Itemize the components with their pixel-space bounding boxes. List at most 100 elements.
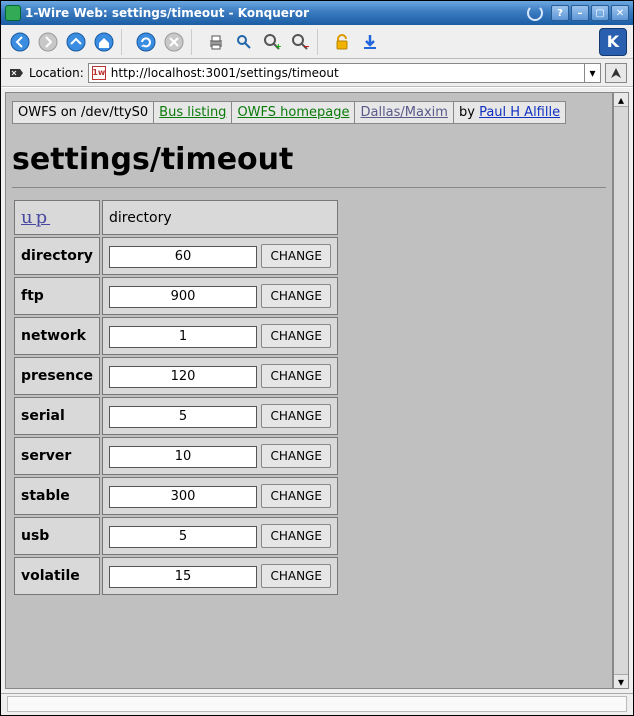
location-label: Location:: [29, 66, 84, 80]
row-label-usb: usb: [14, 517, 100, 555]
svg-text:−: −: [303, 42, 310, 51]
usb-input[interactable]: [109, 526, 257, 548]
window-title: 1-Wire Web: settings/timeout - Konqueror: [25, 6, 521, 20]
row-label-presence: presence: [14, 357, 100, 395]
back-button[interactable]: [7, 29, 33, 55]
nav-byline: by Paul H Alfille: [453, 102, 565, 124]
directory-input[interactable]: [109, 246, 257, 268]
table-row: stable CHANGE: [14, 477, 338, 515]
stable-input[interactable]: [109, 486, 257, 508]
scroll-up-button[interactable]: ▴: [614, 93, 628, 107]
favicon-icon: 1w: [92, 66, 106, 80]
titlebar: 1-Wire Web: settings/timeout - Konqueror…: [1, 1, 633, 25]
location-dropdown-button[interactable]: ▾: [584, 64, 600, 82]
server-input[interactable]: [109, 446, 257, 468]
table-row: usb CHANGE: [14, 517, 338, 555]
help-button[interactable]: ?: [551, 5, 569, 21]
scroll-track[interactable]: [614, 107, 628, 674]
nav-owfs-device: OWFS on /dev/ttyS0: [13, 102, 154, 124]
nav-owfs-homepage-link[interactable]: OWFS homepage: [237, 105, 349, 120]
network-input[interactable]: [109, 326, 257, 348]
ftp-change-button[interactable]: CHANGE: [261, 284, 330, 308]
row-label-volatile: volatile: [14, 557, 100, 595]
clear-location-button[interactable]: [7, 64, 25, 82]
row-controls: CHANGE: [102, 557, 338, 595]
table-row: volatile CHANGE: [14, 557, 338, 595]
row-controls: CHANGE: [102, 477, 338, 515]
horizontal-rule: [12, 187, 606, 188]
row-controls: CHANGE: [102, 317, 338, 355]
home-button[interactable]: [91, 29, 117, 55]
volatile-change-button[interactable]: CHANGE: [261, 564, 330, 588]
top-nav-table: OWFS on /dev/ttyS0 Bus listing OWFS home…: [12, 101, 566, 124]
location-bar: Location: 1w ▾: [1, 59, 633, 87]
nav-author-link[interactable]: Paul H Alfille: [479, 105, 560, 120]
row-label-network: network: [14, 317, 100, 355]
stable-change-button[interactable]: CHANGE: [261, 484, 330, 508]
page-viewport: OWFS on /dev/ttyS0 Bus listing OWFS home…: [5, 92, 613, 689]
close-button[interactable]: ✕: [611, 5, 629, 21]
serial-input[interactable]: [109, 406, 257, 428]
kde-logo-icon: K: [599, 28, 627, 56]
nav-dallas-maxim-link[interactable]: Dallas/Maxim: [360, 105, 447, 120]
forward-button: [35, 29, 61, 55]
status-text: [7, 696, 627, 712]
row-label-ftp: ftp: [14, 277, 100, 315]
usb-change-button[interactable]: CHANGE: [261, 524, 330, 548]
app-icon: [5, 5, 21, 21]
serial-change-button[interactable]: CHANGE: [261, 404, 330, 428]
table-row: network CHANGE: [14, 317, 338, 355]
table-row: serial CHANGE: [14, 397, 338, 435]
throbber-icon: [527, 5, 543, 21]
status-bar: [1, 693, 633, 715]
reload-button[interactable]: [133, 29, 159, 55]
main-toolbar: + − K: [1, 25, 633, 59]
volatile-input[interactable]: [109, 566, 257, 588]
directory-header-cell: directory: [102, 200, 338, 235]
find-button[interactable]: [231, 29, 257, 55]
table-row: server CHANGE: [14, 437, 338, 475]
content-wrap: OWFS on /dev/ttyS0 Bus listing OWFS home…: [1, 87, 633, 693]
location-input-wrap: 1w ▾: [88, 63, 601, 83]
row-controls: CHANGE: [102, 277, 338, 315]
up-button[interactable]: [63, 29, 89, 55]
row-label-stable: stable: [14, 477, 100, 515]
zoom-out-button[interactable]: −: [287, 29, 313, 55]
minimize-button[interactable]: –: [571, 5, 589, 21]
settings-table: up directory directory CHANGEftp CHANGEn…: [12, 198, 340, 597]
row-controls: CHANGE: [102, 437, 338, 475]
table-row: presence CHANGE: [14, 357, 338, 395]
row-label-directory: directory: [14, 237, 100, 275]
vertical-scrollbar[interactable]: ▴ ▾: [613, 92, 629, 689]
page-body: OWFS on /dev/ttyS0 Bus listing OWFS home…: [6, 93, 612, 605]
row-controls: CHANGE: [102, 357, 338, 395]
page-title: settings/timeout: [12, 142, 606, 177]
security-button[interactable]: [329, 29, 355, 55]
row-label-server: server: [14, 437, 100, 475]
nav-bus-listing-link[interactable]: Bus listing: [159, 105, 226, 120]
ftp-input[interactable]: [109, 286, 257, 308]
svg-text:+: +: [275, 42, 282, 51]
row-controls: CHANGE: [102, 397, 338, 435]
scroll-thumb[interactable]: [614, 107, 628, 674]
presence-change-button[interactable]: CHANGE: [261, 364, 330, 388]
server-change-button[interactable]: CHANGE: [261, 444, 330, 468]
stop-button: [161, 29, 187, 55]
row-controls: CHANGE: [102, 237, 338, 275]
print-button[interactable]: [203, 29, 229, 55]
network-change-button[interactable]: CHANGE: [261, 324, 330, 348]
konqueror-window: 1-Wire Web: settings/timeout - Konqueror…: [0, 0, 634, 716]
presence-input[interactable]: [109, 366, 257, 388]
row-label-serial: serial: [14, 397, 100, 435]
zoom-in-button[interactable]: +: [259, 29, 285, 55]
row-controls: CHANGE: [102, 517, 338, 555]
directory-change-button[interactable]: CHANGE: [261, 244, 330, 268]
up-link[interactable]: up: [21, 207, 50, 228]
scroll-down-button[interactable]: ▾: [614, 674, 628, 688]
location-input[interactable]: [109, 66, 584, 80]
table-row: ftp CHANGE: [14, 277, 338, 315]
download-button[interactable]: [357, 29, 383, 55]
table-row: directory CHANGE: [14, 237, 338, 275]
maximize-button[interactable]: ▢: [591, 5, 609, 21]
go-button[interactable]: [605, 63, 627, 83]
